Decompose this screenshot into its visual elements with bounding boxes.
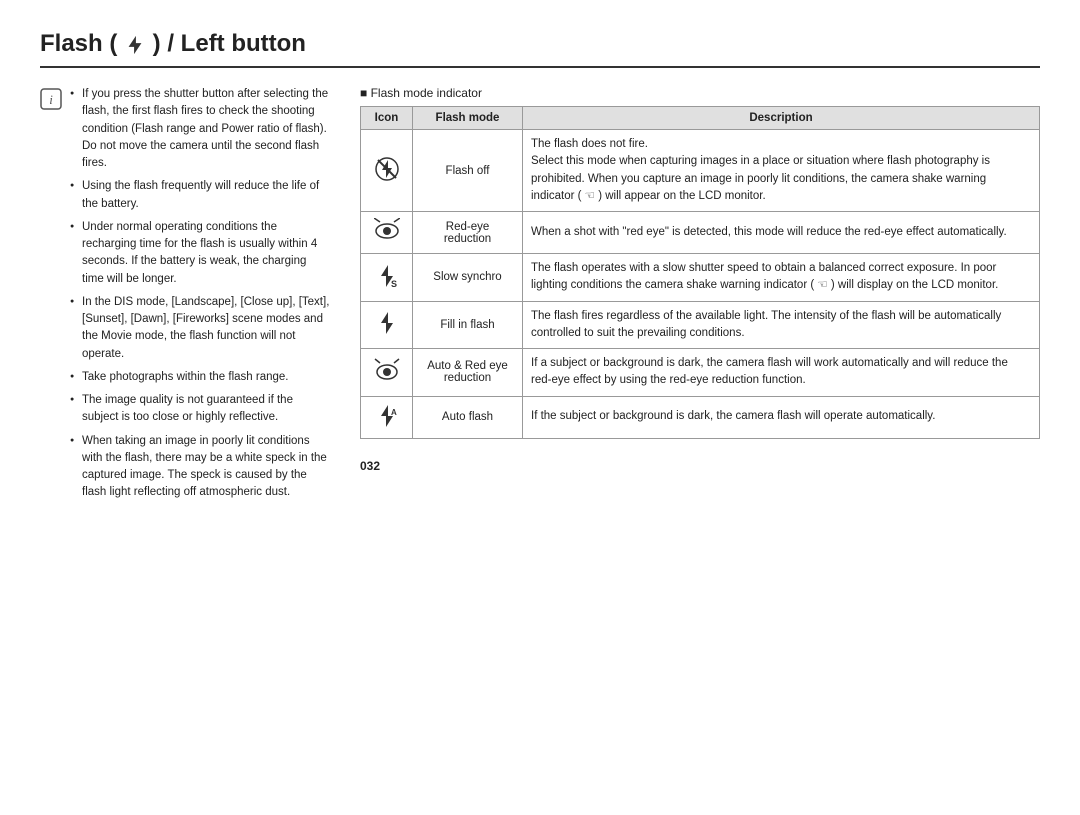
desc-cell-5: If the subject or background is dark, th… (523, 396, 1040, 438)
mode-cell-1: Red-eye reduction (413, 212, 523, 254)
table-row: Flash offThe flash does not fire.Select … (361, 130, 1040, 212)
main-content: i If you press the shutter button after … (40, 86, 1040, 520)
header-description: Description (523, 107, 1040, 130)
table-row: A Auto flashIf the subject or background… (361, 396, 1040, 438)
page-number: 032 (360, 459, 1040, 473)
table-row: Fill in flashThe flash fires regardless … (361, 301, 1040, 349)
note-list: If you press the shutter button after se… (70, 86, 330, 508)
note-item-5: Take photographs within the flash range. (70, 369, 330, 386)
mode-cell-4: Auto & Red eye reduction (413, 349, 523, 397)
page-title: Flash ( ) / Left button (40, 30, 1040, 68)
table-row: Auto & Red eye reductionIf a subject or … (361, 349, 1040, 397)
icon-cell-1 (361, 212, 413, 254)
icon-cell-5: A (361, 396, 413, 438)
mode-cell-5: Auto flash (413, 396, 523, 438)
left-column: i If you press the shutter button after … (40, 86, 330, 520)
desc-cell-4: If a subject or background is dark, the … (523, 349, 1040, 397)
svg-text:A: A (391, 408, 397, 417)
icon-cell-4 (361, 349, 413, 397)
svg-text:S: S (391, 279, 397, 289)
table-header-row: Icon Flash mode Description (361, 107, 1040, 130)
mode-cell-0: Flash off (413, 130, 523, 212)
table-row: Red-eye reductionWhen a shot with "red e… (361, 212, 1040, 254)
flash-table: Icon Flash mode Description Flash offThe… (360, 106, 1040, 439)
note-item-7: When taking an image in poorly lit condi… (70, 433, 330, 502)
right-column: Flash mode indicator Icon Flash mode Des… (360, 86, 1040, 520)
desc-cell-2: The flash operates with a slow shutter s… (523, 254, 1040, 302)
desc-cell-1: When a shot with "red eye" is detected, … (523, 212, 1040, 254)
desc-cell-0: The flash does not fire.Select this mode… (523, 130, 1040, 212)
header-mode: Flash mode (413, 107, 523, 130)
note-icon: i (40, 88, 62, 508)
mode-cell-2: Slow synchro (413, 254, 523, 302)
icon-cell-3 (361, 301, 413, 349)
flash-indicator-label: Flash mode indicator (360, 86, 1040, 100)
svg-text:i: i (49, 92, 53, 107)
note-item-1: If you press the shutter button after se… (70, 86, 330, 172)
header-icon: Icon (361, 107, 413, 130)
note-item-2: Using the flash frequently will reduce t… (70, 178, 330, 213)
icon-cell-0 (361, 130, 413, 212)
note-item-3: Under normal operating conditions the re… (70, 219, 330, 288)
note-item-4: In the DIS mode, [Landscape], [Close up]… (70, 294, 330, 363)
note-item-6: The image quality is not guaranteed if t… (70, 392, 330, 427)
mode-cell-3: Fill in flash (413, 301, 523, 349)
note-box: i If you press the shutter button after … (40, 86, 330, 508)
desc-cell-3: The flash fires regardless of the availa… (523, 301, 1040, 349)
icon-cell-2: S (361, 254, 413, 302)
table-row: S Slow synchroThe flash operates with a … (361, 254, 1040, 302)
